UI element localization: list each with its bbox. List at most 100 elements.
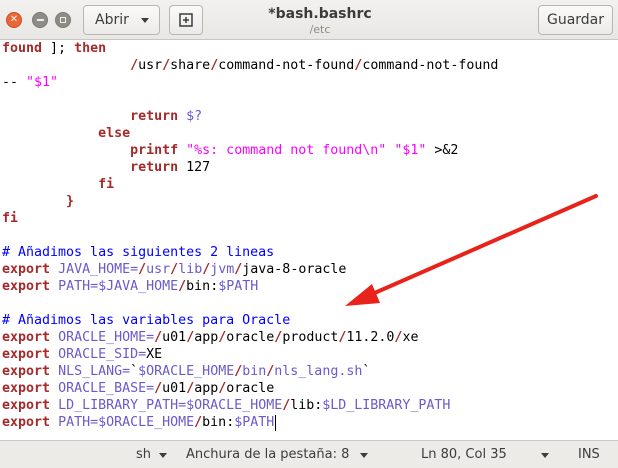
text-editor[interactable]: found ]; then /usr/share/command-not-fou… [0, 40, 618, 440]
code-token: / [170, 262, 179, 277]
code-token: oracle [226, 381, 275, 396]
code-token: export [2, 398, 51, 413]
code-token: export [2, 364, 51, 379]
code-line: export ORACLE_BASE=/u01/app/oracle [2, 380, 274, 397]
code-token: app [194, 330, 219, 345]
code-token: printf [130, 143, 179, 158]
code-token: command-not-found [362, 58, 499, 73]
code-line: -- "$1" [2, 74, 58, 91]
code-line: printf "%s: command not found\n" "$1" >&… [2, 142, 458, 159]
code-token: nls_lang.sh [274, 364, 363, 379]
code-line: return 127 [2, 159, 210, 176]
code-line: # Añadimos las variables para Oracle [2, 312, 290, 329]
cursor-position[interactable]: Ln 80, Col 35 [421, 447, 507, 462]
header-bar: ✕ Abrir *bash.bashrc /etc Guardar [0, 0, 618, 40]
code-token: return [130, 109, 179, 124]
code-token: export [2, 347, 51, 362]
code-token: else [98, 126, 131, 141]
code-token: # Añadimos las variables para Oracle [2, 313, 291, 328]
new-tab-icon [179, 13, 193, 27]
code-token: export [2, 330, 51, 345]
code-line: else [2, 125, 130, 142]
code-token: $? [186, 109, 203, 124]
code-token: / [130, 58, 139, 73]
code-token: found [2, 41, 43, 56]
code-token: -- [2, 75, 27, 90]
code-token: usr [138, 58, 163, 73]
code-token: # Añadimos las siguientes 2 lineas [2, 245, 275, 260]
open-button-label: Abrir [95, 12, 129, 28]
code-line: export JAVA_HOME=/usr/lib/jvm/java-8-ora… [2, 261, 346, 278]
code-token: share [170, 58, 211, 73]
code-line: found ]; then [2, 40, 106, 57]
code-token: export [2, 381, 51, 396]
code-token: / [186, 381, 195, 396]
code-token: / [138, 262, 147, 277]
code-token: command-not-found [218, 58, 355, 73]
code-token: jvm [210, 262, 235, 277]
insert-mode: INS [578, 447, 600, 462]
language-selector[interactable]: sh [136, 447, 151, 462]
code-line: export LD_LIBRARY_PATH=$ORACLE_HOME/lib:… [2, 397, 450, 414]
code-token: PATH=$JAVA_HOME [58, 279, 179, 294]
code-token: / [154, 330, 163, 345]
code-line: export PATH=$ORACLE_HOME/bin:$PATH [2, 414, 274, 431]
code-token: bin: [186, 279, 219, 294]
code-line: export NLS_LANG=`$ORACLE_HOME/bin/nls_la… [2, 363, 370, 380]
code-token: ]; [42, 41, 75, 56]
code-token: app [194, 381, 219, 396]
maximize-icon[interactable] [55, 12, 71, 28]
code-token: oracle [226, 330, 275, 345]
code-token: usr [146, 262, 171, 277]
code-line: export PATH=$JAVA_HOME/bin:$PATH [2, 278, 258, 295]
minimize-icon[interactable] [32, 12, 48, 28]
code-token: JAVA_HOME= [58, 262, 139, 277]
code-token: export [2, 415, 51, 430]
code-token: 127 [178, 160, 211, 175]
code-token: / [194, 415, 203, 430]
code-token: ` [362, 364, 371, 379]
window-title: *bash.bashrc [268, 6, 372, 22]
text-cursor [275, 415, 276, 431]
code-token: return [130, 160, 179, 175]
code-token: export [2, 262, 51, 277]
code-token: "$1" [26, 75, 59, 90]
code-token: / [178, 279, 187, 294]
code-token: fi [2, 211, 19, 226]
code-token: / [186, 330, 195, 345]
code-line: /usr/share/command-not-found/command-not… [2, 57, 498, 74]
code-line: } [2, 193, 74, 210]
close-icon[interactable]: ✕ [6, 12, 22, 28]
code-token: NLS_LANG= [58, 364, 131, 379]
code-token: export [2, 279, 51, 294]
code-token: "$1" [394, 143, 427, 158]
open-button[interactable]: Abrir [83, 5, 160, 35]
chevron-down-icon [141, 18, 149, 23]
code-token: PATH=$ORACLE_HOME [58, 415, 195, 430]
code-token: java-8-oracle [242, 262, 347, 277]
code-token: then [74, 41, 107, 56]
new-tab-button[interactable] [169, 5, 203, 35]
code-token: $ORACLE_HOME [138, 364, 235, 379]
code-token: fi [98, 177, 115, 192]
code-token: ORACLE_SID= [58, 347, 147, 362]
save-button[interactable]: Guardar [538, 5, 613, 35]
code-token: lib: [290, 398, 323, 413]
code-token: product [282, 330, 339, 345]
code-line: fi [2, 210, 18, 227]
tab-width-selector[interactable]: Anchura de la pestaña: 8 [186, 447, 349, 462]
